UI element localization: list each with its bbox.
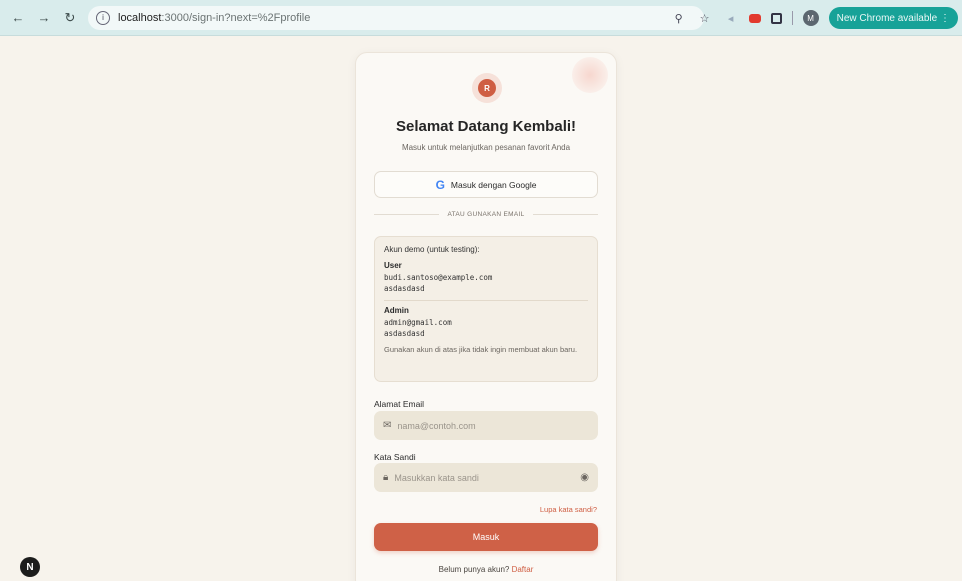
- demo-separator: [384, 300, 588, 301]
- brand-logo-letter: R: [478, 79, 496, 97]
- page-subtitle: Masuk untuk melanjutkan pesanan favorit …: [401, 143, 571, 152]
- media-icon[interactable]: ◂: [723, 12, 739, 25]
- demo-user-email: budi.santoso@example.com: [384, 273, 493, 282]
- back-icon[interactable]: ←: [8, 8, 28, 28]
- site-info-icon[interactable]: i: [96, 10, 110, 25]
- bookmark-star-icon[interactable]: ☆: [697, 12, 713, 25]
- youtube-extension-icon[interactable]: [748, 13, 761, 23]
- extensions-icon[interactable]: [770, 12, 782, 24]
- email-label: Alamat Email: [374, 399, 425, 409]
- sign-in-button[interactable]: Masuk: [374, 523, 598, 551]
- page-title: Selamat Datang Kembali!: [395, 118, 577, 135]
- or-divider: ATAU GUNAKAN EMAIL: [374, 211, 599, 218]
- demo-user-password: asdasdasd: [384, 284, 425, 293]
- demo-accounts-box: Akun demo (untuk testing): User budi.san…: [374, 236, 598, 382]
- signup-link[interactable]: Daftar: [512, 565, 534, 574]
- password-placeholder: Masukkan kata sandi: [394, 472, 479, 483]
- forward-icon[interactable]: →: [34, 8, 54, 28]
- signup-row: Belum punya akun? Daftar: [356, 565, 616, 574]
- nextjs-dev-badge[interactable]: N: [20, 557, 40, 577]
- or-divider-text: ATAU GUNAKAN EMAIL: [447, 211, 525, 218]
- forgot-password-link[interactable]: Lupa kata sandi?: [540, 505, 597, 514]
- decorative-glow: [572, 57, 608, 93]
- demo-admin-email: admin@gmail.com: [384, 318, 452, 327]
- url-path: :3000/sign-in?next=%2Fprofile: [161, 11, 311, 24]
- profile-avatar[interactable]: M: [802, 10, 819, 26]
- chrome-update-button[interactable]: New Chrome available ⋮: [828, 7, 958, 29]
- brand-logo: R: [472, 73, 502, 103]
- chrome-update-label: New Chrome available: [836, 12, 938, 24]
- toolbar-divider: [791, 11, 793, 25]
- more-menu-icon[interactable]: ⋮: [940, 13, 950, 24]
- show-password-icon[interactable]: ◉: [580, 472, 589, 483]
- mail-icon: ✉: [383, 420, 392, 431]
- google-sign-in-button[interactable]: G Masuk dengan Google: [374, 171, 598, 198]
- zoom-icon[interactable]: ⚲: [671, 12, 687, 25]
- google-sign-in-label: Masuk dengan Google: [450, 179, 537, 190]
- reload-icon[interactable]: ↻: [60, 8, 80, 28]
- email-placeholder: nama@contoh.com: [397, 420, 476, 431]
- demo-heading: Akun demo (untuk testing):: [384, 245, 480, 254]
- address-bar[interactable]: i localhost:3000/sign-in?next=%2Fprofile: [88, 5, 704, 30]
- demo-note: Gunakan akun di atas jika tidak ingin me…: [384, 345, 578, 354]
- browser-toolbar: ← → ↻ i localhost:3000/sign-in?next=%2Fp…: [0, 0, 962, 36]
- google-icon: G: [435, 177, 445, 192]
- demo-admin-password: asdasdasd: [384, 329, 425, 338]
- email-field[interactable]: ✉ nama@contoh.com: [374, 411, 598, 440]
- sign-in-card: R Selamat Datang Kembali! Masuk untuk me…: [355, 52, 617, 581]
- lock-icon: 🔒︎: [383, 472, 389, 483]
- password-field[interactable]: 🔒︎ Masukkan kata sandi ◉: [374, 463, 598, 492]
- url-host: localhost: [118, 11, 162, 24]
- signup-prompt: Belum punya akun?: [438, 565, 510, 574]
- demo-admin-role: Admin: [384, 306, 409, 315]
- password-label: Kata Sandi: [374, 452, 416, 462]
- demo-user-role: User: [384, 261, 402, 270]
